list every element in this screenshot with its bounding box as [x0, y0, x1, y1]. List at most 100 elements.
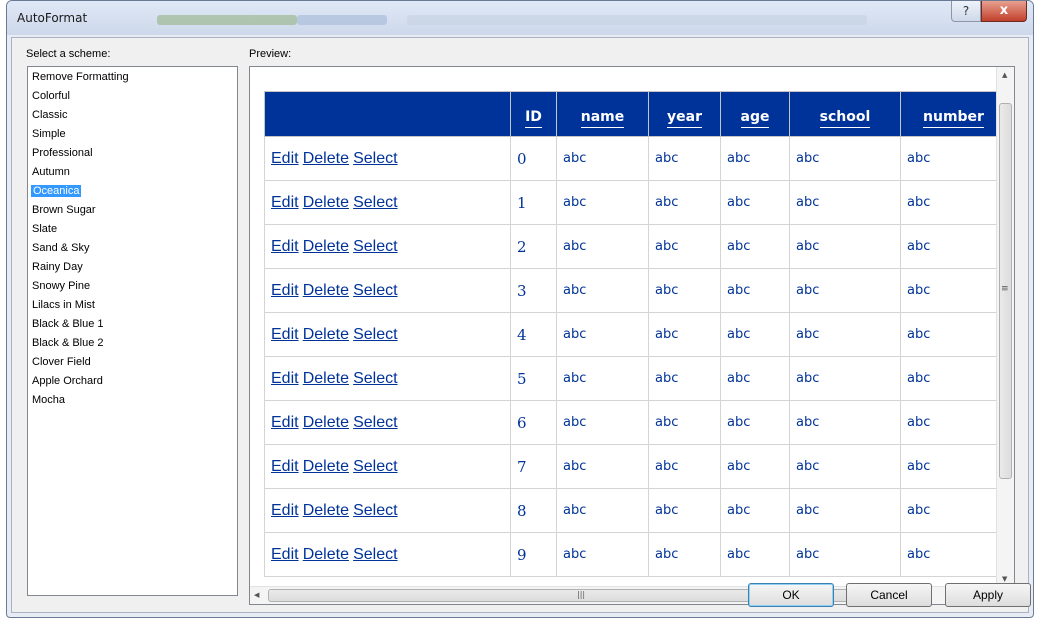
edit-link[interactable]: Edit — [271, 458, 299, 475]
delete-link[interactable]: Delete — [303, 370, 349, 387]
select-link[interactable]: Select — [353, 502, 397, 519]
scheme-item[interactable]: Remove Formatting — [32, 71, 129, 83]
scheme-item[interactable]: Simple — [32, 128, 66, 140]
scroll-up-icon[interactable]: ▲ — [1002, 71, 1007, 79]
cell-age: abc — [720, 488, 790, 533]
cell-age: abc — [720, 224, 790, 269]
select-link[interactable]: Select — [353, 546, 397, 563]
scheme-item[interactable]: Brown Sugar — [32, 204, 96, 216]
scheme-item[interactable]: Black & Blue 2 — [32, 337, 104, 349]
help-button[interactable]: ? — [951, 1, 981, 22]
delete-link[interactable]: Delete — [303, 326, 349, 343]
scheme-item[interactable]: Mocha — [32, 394, 65, 406]
header-school[interactable]: school — [789, 91, 901, 137]
header-id[interactable]: ID — [510, 91, 557, 137]
cell-year: abc — [648, 400, 721, 445]
scheme-item[interactable]: Apple Orchard — [32, 375, 103, 387]
delete-link[interactable]: Delete — [303, 502, 349, 519]
close-button[interactable]: x — [981, 1, 1027, 22]
titlebar-blur — [157, 15, 297, 25]
header-year[interactable]: year — [648, 91, 721, 137]
titlebar-blur — [297, 15, 387, 25]
delete-link[interactable]: Delete — [303, 150, 349, 167]
cell-school: abc — [789, 400, 901, 445]
scroll-left-icon[interactable]: ◀ — [254, 591, 259, 599]
cell-year: abc — [648, 180, 721, 225]
select-link[interactable]: Select — [353, 194, 397, 211]
cell-age: abc — [720, 268, 790, 313]
edit-link[interactable]: Edit — [271, 238, 299, 255]
scheme-item[interactable]: Clover Field — [32, 356, 91, 368]
scheme-item[interactable]: Lilacs in Mist — [32, 299, 95, 311]
select-link[interactable]: Select — [353, 282, 397, 299]
scheme-item[interactable]: Oceanica — [31, 185, 82, 197]
scroll-down-icon[interactable]: ▼ — [1002, 575, 1007, 583]
scheme-item[interactable]: Colorful — [32, 90, 70, 102]
delete-link[interactable]: Delete — [303, 282, 349, 299]
scheme-item[interactable]: Autumn — [32, 166, 70, 178]
edit-link[interactable]: Edit — [271, 546, 299, 563]
cancel-button[interactable]: Cancel — [846, 583, 932, 607]
ok-button[interactable]: OK — [748, 583, 834, 607]
select-link[interactable]: Select — [353, 370, 397, 387]
edit-link[interactable]: Edit — [271, 282, 299, 299]
delete-link[interactable]: Delete — [303, 238, 349, 255]
table-row: Edit Delete Select 6 abc abc abc abc abc — [264, 400, 1007, 445]
cell-id: 7 — [510, 444, 557, 489]
cell-name: abc — [556, 532, 649, 577]
scheme-item[interactable]: Classic — [32, 109, 67, 121]
scheme-item[interactable]: Rainy Day — [32, 261, 83, 273]
select-link[interactable]: Select — [353, 238, 397, 255]
delete-link[interactable]: Delete — [303, 414, 349, 431]
header-actions — [264, 91, 511, 137]
row-actions: Edit Delete Select — [264, 488, 511, 533]
cell-year: abc — [648, 532, 721, 577]
vertical-scroll-thumb[interactable]: ≡ — [999, 103, 1012, 479]
edit-link[interactable]: Edit — [271, 502, 299, 519]
cell-age: abc — [720, 180, 790, 225]
select-link[interactable]: Select — [353, 150, 397, 167]
header-age[interactable]: age — [720, 91, 790, 137]
cell-year: abc — [648, 224, 721, 269]
cell-school: abc — [789, 532, 901, 577]
header-name[interactable]: name — [556, 91, 649, 137]
scheme-item[interactable]: Slate — [32, 223, 57, 235]
edit-link[interactable]: Edit — [271, 414, 299, 431]
preview-pane[interactable]: ID name year age school number Edit Dele… — [249, 66, 1015, 605]
title-bar[interactable]: AutoFormat ? x — [7, 1, 1033, 35]
select-link[interactable]: Select — [353, 414, 397, 431]
cell-number: abc — [900, 488, 1007, 533]
cell-id: 1 — [510, 180, 557, 225]
row-actions: Edit Delete Select — [264, 136, 511, 181]
grid-body: Edit Delete Select 0 abc abc abc abc abc Edit D… — [264, 136, 1007, 577]
scheme-list[interactable]: Remove Formatting Colorful Classic Simple Pr… — [27, 66, 238, 596]
cell-id: 5 — [510, 356, 557, 401]
delete-link[interactable]: Delete — [303, 458, 349, 475]
delete-link[interactable]: Delete — [303, 546, 349, 563]
scheme-item[interactable]: Snowy Pine — [32, 280, 90, 292]
scheme-item[interactable]: Professional — [32, 147, 93, 159]
row-actions: Edit Delete Select — [264, 312, 511, 357]
cell-age: abc — [720, 356, 790, 401]
cell-id: 8 — [510, 488, 557, 533]
edit-link[interactable]: Edit — [271, 194, 299, 211]
edit-link[interactable]: Edit — [271, 150, 299, 167]
cell-number: abc — [900, 268, 1007, 313]
table-row: Edit Delete Select 7 abc abc abc abc abc — [264, 444, 1007, 489]
edit-link[interactable]: Edit — [271, 370, 299, 387]
cell-name: abc — [556, 444, 649, 489]
delete-link[interactable]: Delete — [303, 194, 349, 211]
edit-link[interactable]: Edit — [271, 326, 299, 343]
apply-button[interactable]: Apply — [945, 583, 1031, 607]
select-link[interactable]: Select — [353, 458, 397, 475]
header-number[interactable]: number — [900, 91, 1007, 137]
vertical-scrollbar[interactable]: ▲ ≡ ▼ — [996, 67, 1014, 587]
cell-id: 3 — [510, 268, 557, 313]
scheme-item[interactable]: Black & Blue 1 — [32, 318, 104, 330]
cell-number: abc — [900, 312, 1007, 357]
close-icon: x — [999, 3, 1009, 18]
scheme-item[interactable]: Sand & Sky — [32, 242, 89, 254]
cell-year: abc — [648, 312, 721, 357]
select-link[interactable]: Select — [353, 326, 397, 343]
cell-number: abc — [900, 180, 1007, 225]
